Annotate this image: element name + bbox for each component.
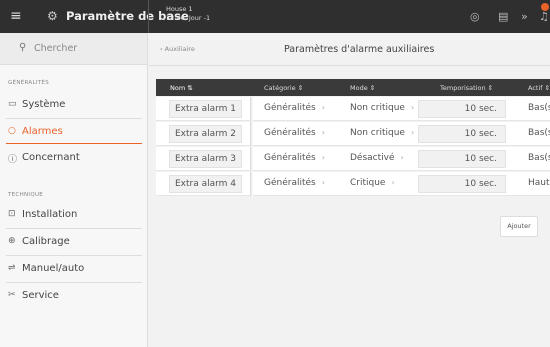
alarm-name-field[interactable]: Extra alarm 2 xyxy=(169,125,242,143)
table-header: Nom ⇅ Catégorie ⇕ Mode ⇕ Temporisation ⇕… xyxy=(156,79,550,96)
section-technique-title: TECHNIQUE xyxy=(8,192,44,198)
column-divider xyxy=(250,97,253,121)
column-header-actif[interactable]: Actif ⇕ xyxy=(528,84,550,92)
delay-field[interactable]: 10 sec. xyxy=(418,175,506,193)
active-select[interactable]: Bas(s xyxy=(528,103,550,113)
alarm-name-field[interactable]: Extra alarm 1 xyxy=(169,100,242,118)
mode-select[interactable]: Non critique › xyxy=(350,103,414,113)
column-divider xyxy=(250,147,253,171)
active-select[interactable]: Bas(s xyxy=(528,153,550,163)
sidebar-item-label: Alarmes xyxy=(22,126,63,137)
sidebar-item-concernant[interactable]: ⓘ Concernant xyxy=(0,146,147,170)
chevron-right-icon: › xyxy=(321,103,325,112)
sidebar-item-label: Service xyxy=(22,290,59,301)
active-select[interactable]: Bas(s xyxy=(528,128,550,138)
page-title: Paramètres d'alarme auxiliaires xyxy=(284,44,435,55)
category-select[interactable]: Généralités › xyxy=(264,178,325,188)
alarm-name-field[interactable]: Extra alarm 3 xyxy=(169,150,242,168)
calibration-icon: ⊕ xyxy=(8,236,16,246)
chevron-right-icon: › xyxy=(321,128,325,137)
chevron-right-icon: › xyxy=(321,153,325,162)
search-icon: ⚲ xyxy=(19,42,27,53)
notification-badge xyxy=(541,3,549,11)
page-header: ‹ Auxiliaire Paramètres d'alarme auxilia… xyxy=(149,33,550,66)
column-header-temporisation[interactable]: Temporisation ⇕ xyxy=(440,84,493,92)
chevron-right-icon: › xyxy=(391,178,395,187)
sidebar-item-alarmes[interactable]: ○ Alarmes xyxy=(0,120,147,144)
back-label: Auxiliaire xyxy=(164,45,195,53)
sidebar-item-manuel-auto[interactable]: ⇌ Manuel/auto xyxy=(0,257,147,281)
column-header-nom[interactable]: Nom ⇅ xyxy=(170,84,193,92)
signal-icon[interactable]: » xyxy=(521,10,528,23)
sidebar-item-label: Manuel/auto xyxy=(22,263,85,274)
house-time: 12:46, Jour -1 xyxy=(166,14,211,22)
back-link[interactable]: ‹ Auxiliaire xyxy=(160,45,195,53)
alarm-icon: ○ xyxy=(8,126,16,136)
chevron-right-icon: › xyxy=(410,128,415,137)
chevron-right-icon: › xyxy=(321,178,325,187)
nav-divider xyxy=(6,255,142,256)
sidebar-item-label: Calibrage xyxy=(22,236,70,247)
sidebar-item-label: Concernant xyxy=(22,152,80,163)
column-divider xyxy=(250,172,253,196)
house-info[interactable]: House 1 12:46, Jour -1 xyxy=(166,5,210,23)
manual-auto-icon: ⇌ xyxy=(8,263,16,273)
nav-divider xyxy=(6,228,142,229)
search-input[interactable]: Chercher xyxy=(34,43,77,54)
installation-icon: ⊡ xyxy=(8,209,16,219)
column-divider xyxy=(250,122,253,146)
sidebar-item-calibrage[interactable]: ⊕ Calibrage xyxy=(0,230,147,254)
column-header-mode[interactable]: Mode ⇕ xyxy=(350,84,375,92)
category-select[interactable]: Généralités › xyxy=(264,103,325,113)
system-icon: ▭ xyxy=(8,99,17,109)
sidebar-item-label: Installation xyxy=(22,209,78,220)
category-select[interactable]: Généralités › xyxy=(264,153,325,163)
alarm-name-field[interactable]: Extra alarm 4 xyxy=(169,175,242,193)
sidebar-item-installation[interactable]: ⊡ Installation xyxy=(0,203,147,227)
sidebar-item-systeme[interactable]: ▭ Système xyxy=(0,93,147,117)
chevron-right-icon: › xyxy=(410,103,415,112)
category-select[interactable]: Généralités › xyxy=(264,128,325,138)
table-row[interactable]: Extra alarm 1 Généralités › Non critique ›… xyxy=(156,97,550,121)
chevron-right-icon: › xyxy=(400,153,404,162)
table-row[interactable]: Extra alarm 4 Généralités › Critique › 10 … xyxy=(156,172,550,196)
mode-select[interactable]: Non critique › xyxy=(350,128,414,138)
nav-divider xyxy=(6,282,142,283)
table-row[interactable]: Extra alarm 2 Généralités › Non critique ›… xyxy=(156,122,550,146)
menu-icon[interactable]: ≡ xyxy=(10,8,22,24)
nav-divider xyxy=(6,118,142,119)
delay-field[interactable]: 10 sec. xyxy=(418,100,506,118)
delay-field[interactable]: 10 sec. xyxy=(418,125,506,143)
camera-icon[interactable]: ◎ xyxy=(470,10,480,23)
table-row[interactable]: Extra alarm 3 Généralités › Désactivé › 10… xyxy=(156,147,550,171)
alarm-bell-icon[interactable]: ♫ xyxy=(539,10,549,23)
settings-icon: ⚙ xyxy=(47,9,58,23)
service-icon: ✂ xyxy=(8,290,16,300)
topbar-divider xyxy=(148,0,149,33)
main-content: ‹ Auxiliaire Paramètres d'alarme auxilia… xyxy=(149,33,550,347)
mode-select[interactable]: Critique › xyxy=(350,178,395,188)
info-icon: ⓘ xyxy=(8,155,18,165)
sidebar-item-label: Système xyxy=(22,99,66,110)
add-button[interactable]: Ajouter xyxy=(500,216,538,237)
active-select[interactable]: Haut( xyxy=(528,178,550,188)
top-bar: ≡ ⚙ Paramètre de base House 1 12:46, Jou… xyxy=(0,0,550,33)
mode-select[interactable]: Désactivé › xyxy=(350,153,404,163)
house-name: House 1 xyxy=(166,5,193,13)
column-header-categorie[interactable]: Catégorie ⇕ xyxy=(264,84,303,92)
sidebar-item-service[interactable]: ✂ Service xyxy=(0,284,147,308)
search-box[interactable]: ⚲ Chercher xyxy=(0,33,147,65)
delay-field[interactable]: 10 sec. xyxy=(418,150,506,168)
document-icon[interactable]: ▤ xyxy=(498,10,508,23)
active-underline xyxy=(6,143,142,144)
sidebar: ⚲ Chercher GÉNÉRALITÉS ▭ Système ○ Alarm… xyxy=(0,33,148,347)
section-general-title: GÉNÉRALITÉS xyxy=(8,80,49,86)
